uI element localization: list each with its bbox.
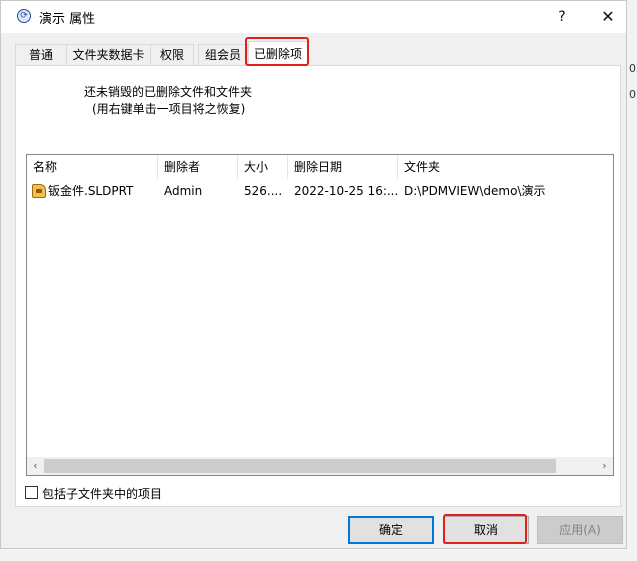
column-header-folder[interactable]: 文件夹 xyxy=(398,155,613,179)
background-strip-bottom xyxy=(0,549,637,561)
apply-button[interactable]: 应用(A) xyxy=(537,516,623,544)
tab-folder-datacard[interactable]: 文件夹数据卡 xyxy=(66,44,151,65)
cell-size: 526.... xyxy=(244,184,283,198)
column-header-deleted-date[interactable]: 删除日期 xyxy=(288,155,398,179)
background-edge-text-1: 02 xyxy=(629,62,637,75)
title-bar[interactable]: ⟳ 演示 属性 ? ✕ xyxy=(1,1,626,33)
include-subfolders-label: 包括子文件夹中的项目 xyxy=(42,487,163,501)
window-title: 演示 属性 xyxy=(39,12,96,27)
properties-dialog: ⟳ 演示 属性 ? ✕ 普通 文件夹数据卡 权限 组会员 已删除项 还未销毁的已… xyxy=(0,0,627,549)
background-edge-text-2: 02 xyxy=(629,88,637,101)
scroll-left-icon[interactable]: ‹ xyxy=(27,457,44,475)
scrollbar-thumb[interactable] xyxy=(44,459,556,473)
column-header-size[interactable]: 大小 xyxy=(238,155,288,179)
background-edge-text: 02 02 xyxy=(629,56,637,108)
sldprt-part-icon xyxy=(32,184,46,198)
deleted-items-tab-highlight xyxy=(245,37,309,66)
column-header-name[interactable]: 名称 xyxy=(27,155,158,179)
column-header-deleted-by[interactable]: 删除者 xyxy=(158,155,238,179)
scroll-right-icon[interactable]: › xyxy=(596,457,613,475)
cell-deleted-date: 2022-10-25 16:... xyxy=(294,184,398,198)
tab-general[interactable]: 普通 xyxy=(15,44,67,65)
deleted-items-panel: 还未销毁的已删除文件和文件夹 (用右键单击一项目将之恢复) 名称 删除者 大小 … xyxy=(15,65,621,507)
help-button[interactable]: ? xyxy=(539,1,585,33)
ok-button[interactable]: 确定 xyxy=(348,516,434,544)
description-line-2: (用右键单击一项目将之恢复) xyxy=(92,102,246,116)
pdm-vault-icon: ⟳ xyxy=(17,9,31,23)
cell-name: 钣金件.SLDPRT xyxy=(27,182,158,200)
close-button[interactable]: ✕ xyxy=(585,1,631,33)
deleted-items-list[interactable]: 名称 删除者 大小 删除日期 文件夹 钣金件.SLDPRT Admin 526.… xyxy=(26,154,614,476)
include-subfolders-checkbox[interactable] xyxy=(25,486,38,499)
cancel-button-highlight xyxy=(443,514,527,544)
description-line-1: 还未销毁的已删除文件和文件夹 xyxy=(84,85,253,99)
cell-deleted-by: Admin xyxy=(164,184,203,198)
tab-group-members[interactable]: 组会员 xyxy=(198,44,248,65)
horizontal-scrollbar[interactable]: ‹ › xyxy=(27,457,613,475)
tab-permissions[interactable]: 权限 xyxy=(150,44,194,65)
cell-folder: D:\PDMVIEW\demo\演示 xyxy=(404,184,546,198)
file-name: 钣金件.SLDPRT xyxy=(48,184,134,198)
